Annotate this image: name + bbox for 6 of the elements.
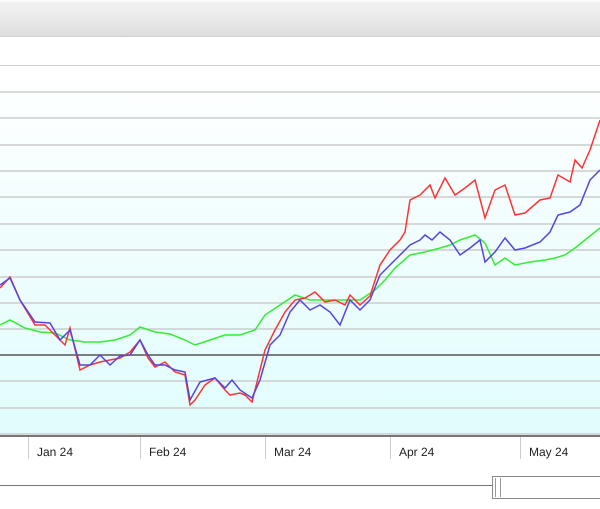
axis-label: Feb 24 <box>140 437 265 459</box>
scrollbar-thumb[interactable] <box>492 476 600 498</box>
axis-label: May 24 <box>520 437 600 459</box>
axis-label: Apr 24 <box>390 437 520 459</box>
axis-label: Jan 24 <box>28 437 140 459</box>
axis-label: Mar 24 <box>265 437 390 459</box>
